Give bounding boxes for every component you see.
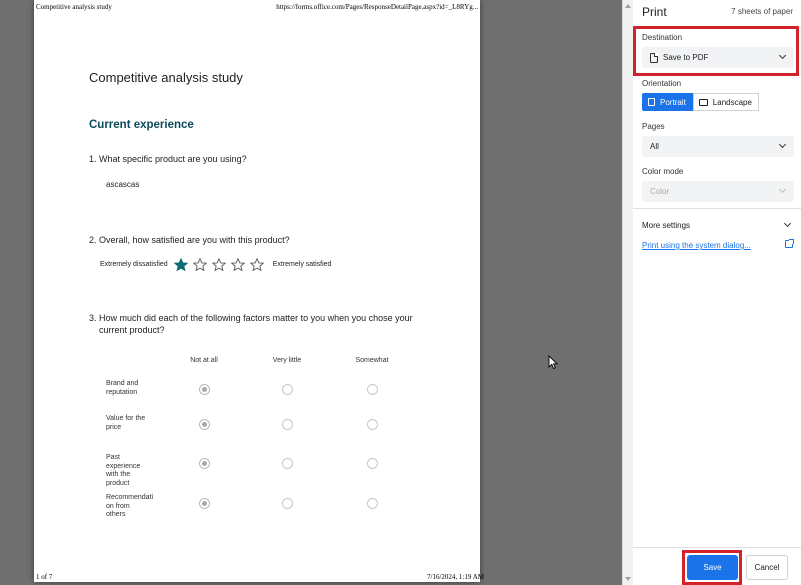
radio-option: [366, 457, 378, 469]
radio-option: [366, 497, 378, 509]
pages-select[interactable]: All: [642, 136, 794, 157]
matrix-column-header: Not at all: [190, 357, 218, 364]
color-mode-value: Color: [650, 187, 670, 196]
page-footer-number: 1 of 7: [36, 573, 53, 581]
color-mode-label: Color mode: [642, 167, 684, 176]
question-2: 2. Overall, how satisfied are you with t…: [89, 235, 290, 245]
orientation-toggle: Portrait Landscape: [642, 93, 759, 111]
radio-selected: [198, 457, 210, 469]
chevron-down-icon: [778, 185, 787, 194]
rating-low-label: Extremely dissatisfied: [100, 261, 168, 268]
radio-option: [281, 457, 293, 469]
document-title: Competitive analysis study: [89, 70, 243, 85]
matrix-row-label: Value for the price: [106, 415, 146, 431]
question-3-line-1: 3. How much did each of the following fa…: [89, 313, 413, 323]
radio-option: [281, 418, 293, 430]
rating-stars: [173, 258, 269, 271]
pages-label: Pages: [642, 122, 665, 131]
document-icon: [650, 52, 658, 63]
star-empty-icon: [249, 258, 264, 271]
star-empty-icon: [211, 258, 226, 271]
matrix-row-label: Past experience with the product: [106, 454, 141, 487]
mouse-cursor-icon: [548, 355, 558, 370]
answer-1: ascascas: [106, 180, 140, 189]
pages-value: All: [650, 142, 659, 151]
landscape-button[interactable]: Landscape: [692, 93, 759, 111]
radio-option: [366, 418, 378, 430]
portrait-label: Portrait: [660, 97, 686, 107]
star-filled-icon: [173, 258, 188, 271]
question-1: 1. What specific product are you using?: [89, 154, 247, 164]
rating-row: Extremely dissatisfied Extremely satisfi…: [100, 258, 331, 271]
system-dialog-link[interactable]: Print using the system dialog...: [642, 241, 751, 250]
chevron-down-icon: [778, 140, 787, 149]
page-footer-date: 7/16/2024, 1:19 AM: [427, 573, 484, 581]
scroll-down-icon[interactable]: [625, 577, 631, 581]
more-settings-toggle[interactable]: More settings: [642, 221, 690, 230]
footer-divider: [633, 547, 801, 548]
radio-option: [366, 383, 378, 395]
radio-selected: [198, 383, 210, 395]
save-button[interactable]: Save: [687, 555, 738, 580]
matrix-row-label: Brand and reputation: [106, 380, 139, 396]
destination-label: Destination: [642, 33, 683, 42]
page-header-url: https://forms.office.com/Pages/ResponseD…: [276, 3, 478, 11]
destination-value: Save to PDF: [663, 53, 709, 62]
matrix-column-header: Somewhat: [355, 357, 389, 364]
cancel-button[interactable]: Cancel: [746, 555, 788, 580]
scroll-up-icon[interactable]: [625, 4, 631, 8]
chevron-down-icon[interactable]: [783, 219, 792, 228]
matrix-row-label: Recommendati on from others: [106, 494, 154, 518]
landscape-label: Landscape: [712, 97, 752, 107]
page-header-title: Competitive analysis study: [36, 3, 112, 11]
section-title: Current experience: [89, 119, 194, 131]
radio-option: [281, 383, 293, 395]
portrait-button[interactable]: Portrait: [642, 93, 693, 111]
radio-option: [281, 497, 293, 509]
sheet-count: 7 sheets of paper: [731, 7, 793, 16]
radio-selected: [198, 418, 210, 430]
radio-selected: [198, 497, 210, 509]
preview-page: Competitive analysis study https://forms…: [34, 0, 484, 582]
panel-divider: [633, 208, 801, 209]
rating-high-label: Extremely satisfied: [272, 261, 332, 268]
question-3: 3. How much did each of the following fa…: [89, 312, 429, 336]
chevron-down-icon: [778, 51, 787, 60]
matrix-column-header: Very little: [272, 357, 302, 364]
portrait-icon: [648, 98, 655, 106]
destination-select[interactable]: Save to PDF: [642, 47, 794, 68]
landscape-icon: [698, 98, 708, 106]
orientation-label: Orientation: [642, 79, 682, 88]
color-mode-select[interactable]: Color: [642, 181, 794, 202]
print-preview-area: Competitive analysis study https://forms…: [0, 0, 622, 585]
question-3-line-2: current product?: [99, 325, 165, 335]
preview-scrollbar[interactable]: [622, 0, 633, 585]
star-empty-icon: [192, 258, 207, 271]
external-link-icon[interactable]: [785, 239, 794, 248]
print-settings-panel: Print 7 sheets of paper Destination Save…: [633, 0, 801, 585]
panel-title: Print: [642, 5, 667, 19]
star-empty-icon: [230, 258, 245, 271]
